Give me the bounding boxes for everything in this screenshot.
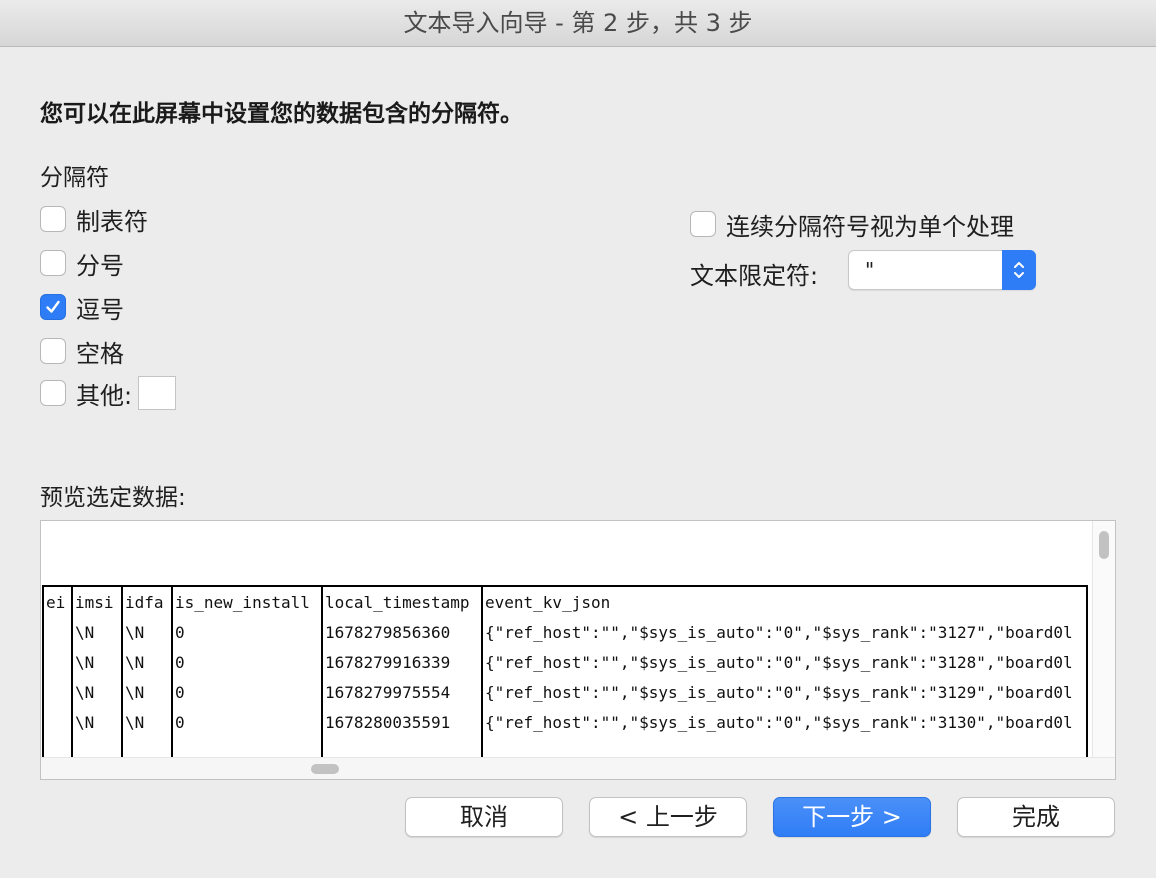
table-cell: \N — [121, 617, 173, 647]
checkbox-row-comma[interactable]: 逗号 — [40, 292, 124, 324]
vertical-scrollbar-thumb[interactable] — [1099, 531, 1109, 559]
table-cell — [481, 737, 1088, 757]
checkmark-icon — [46, 300, 60, 313]
table-cell: \N — [71, 677, 123, 707]
table-cell — [42, 677, 73, 707]
table-cell: 0 — [171, 647, 323, 677]
text-qualifier-value: " — [865, 258, 875, 282]
cancel-button[interactable]: 取消 — [405, 797, 563, 837]
text-qualifier-label: 文本限定符: — [690, 262, 819, 290]
table-cell: {"ref_host":"","$sys_is_auto":"0","$sys_… — [481, 617, 1088, 647]
preview-table: ei imsi idfa is_new_install local_timest… — [42, 585, 1088, 757]
table-cell: {"ref_host":"","$sys_is_auto":"0","$sys_… — [481, 647, 1088, 677]
table-row-empty — [42, 737, 1088, 757]
text-qualifier-select[interactable]: " — [848, 250, 1036, 290]
table-cell: \N — [71, 707, 123, 737]
preview-pane[interactable]: ei imsi idfa is_new_install local_timest… — [40, 520, 1116, 780]
checkbox-row-semicolon[interactable]: 分号 — [40, 248, 124, 280]
window-title: 文本导入向导 - 第 2 步，共 3 步 — [0, 0, 1156, 47]
comma-checkbox[interactable] — [40, 294, 66, 320]
table-cell: 1678279916339 — [321, 647, 483, 677]
preview-content: ei imsi idfa is_new_install local_timest… — [41, 521, 1093, 757]
checkbox-row-other[interactable]: 其他: — [40, 376, 177, 410]
preview-header-row: ei imsi idfa is_new_install local_timest… — [42, 585, 1088, 617]
column-header[interactable]: event_kv_json — [481, 585, 1088, 617]
table-cell: 1678279856360 — [321, 617, 483, 647]
chevron-up-down-icon — [1002, 250, 1036, 290]
table-cell — [321, 737, 483, 757]
checkbox-row-space[interactable]: 空格 — [40, 336, 124, 368]
comma-checkbox-label: 逗号 — [76, 295, 124, 324]
table-cell: \N — [121, 647, 173, 677]
table-cell: \N — [121, 677, 173, 707]
other-checkbox[interactable] — [40, 380, 66, 406]
table-cell: 1678279975554 — [321, 677, 483, 707]
table-cell: 0 — [171, 677, 323, 707]
table-cell — [71, 737, 123, 757]
table-cell: 1678280035591 — [321, 707, 483, 737]
tab-checkbox[interactable] — [40, 206, 66, 232]
space-checkbox-label: 空格 — [76, 339, 124, 368]
delimiters-group-label: 分隔符 — [40, 165, 109, 191]
table-cell: \N — [121, 707, 173, 737]
semicolon-checkbox-label: 分号 — [76, 251, 124, 280]
horizontal-scrollbar-thumb[interactable] — [311, 764, 339, 774]
table-cell: {"ref_host":"","$sys_is_auto":"0","$sys_… — [481, 707, 1088, 737]
table-cell: 0 — [171, 617, 323, 647]
table-cell — [171, 737, 323, 757]
column-header[interactable]: is_new_install — [171, 585, 323, 617]
horizontal-scrollbar[interactable] — [41, 757, 1115, 779]
table-cell: {"ref_host":"","$sys_is_auto":"0","$sys_… — [481, 677, 1088, 707]
column-header[interactable]: imsi — [71, 585, 123, 617]
table-row: \N \N 0 1678279856360 {"ref_host":"","$s… — [42, 617, 1088, 647]
semicolon-checkbox[interactable] — [40, 250, 66, 276]
checkbox-row-tab[interactable]: 制表符 — [40, 204, 148, 236]
table-row: \N \N 0 1678279975554 {"ref_host":"","$s… — [42, 677, 1088, 707]
table-row: \N \N 0 1678279916339 {"ref_host":"","$s… — [42, 647, 1088, 677]
finish-button[interactable]: 完成 — [957, 797, 1115, 837]
tab-checkbox-label: 制表符 — [76, 207, 148, 236]
preview-label: 预览选定数据: — [40, 485, 186, 511]
column-header[interactable]: ei — [42, 585, 73, 617]
vertical-scrollbar[interactable] — [1092, 521, 1115, 757]
table-cell — [42, 617, 73, 647]
back-button[interactable]: < 上一步 — [589, 797, 747, 837]
other-checkbox-label: 其他: — [76, 381, 133, 410]
table-cell: \N — [71, 617, 123, 647]
consecutive-checkbox-label: 连续分隔符号视为单个处理 — [726, 212, 1014, 241]
other-delimiter-input[interactable] — [138, 376, 177, 410]
intro-text: 您可以在此屏幕中设置您的数据包含的分隔符。 — [40, 101, 523, 127]
space-checkbox[interactable] — [40, 338, 66, 364]
next-button[interactable]: 下一步 > — [773, 797, 931, 837]
column-header[interactable]: local_timestamp — [321, 585, 483, 617]
table-cell — [121, 737, 173, 757]
table-cell — [42, 647, 73, 677]
table-cell — [42, 707, 73, 737]
table-cell: 0 — [171, 707, 323, 737]
column-header[interactable]: idfa — [121, 585, 173, 617]
table-cell: \N — [71, 647, 123, 677]
checkbox-row-consecutive[interactable]: 连续分隔符号视为单个处理 — [690, 209, 1014, 241]
table-row: \N \N 0 1678280035591 {"ref_host":"","$s… — [42, 707, 1088, 737]
table-cell — [42, 737, 73, 757]
consecutive-checkbox[interactable] — [690, 211, 716, 237]
